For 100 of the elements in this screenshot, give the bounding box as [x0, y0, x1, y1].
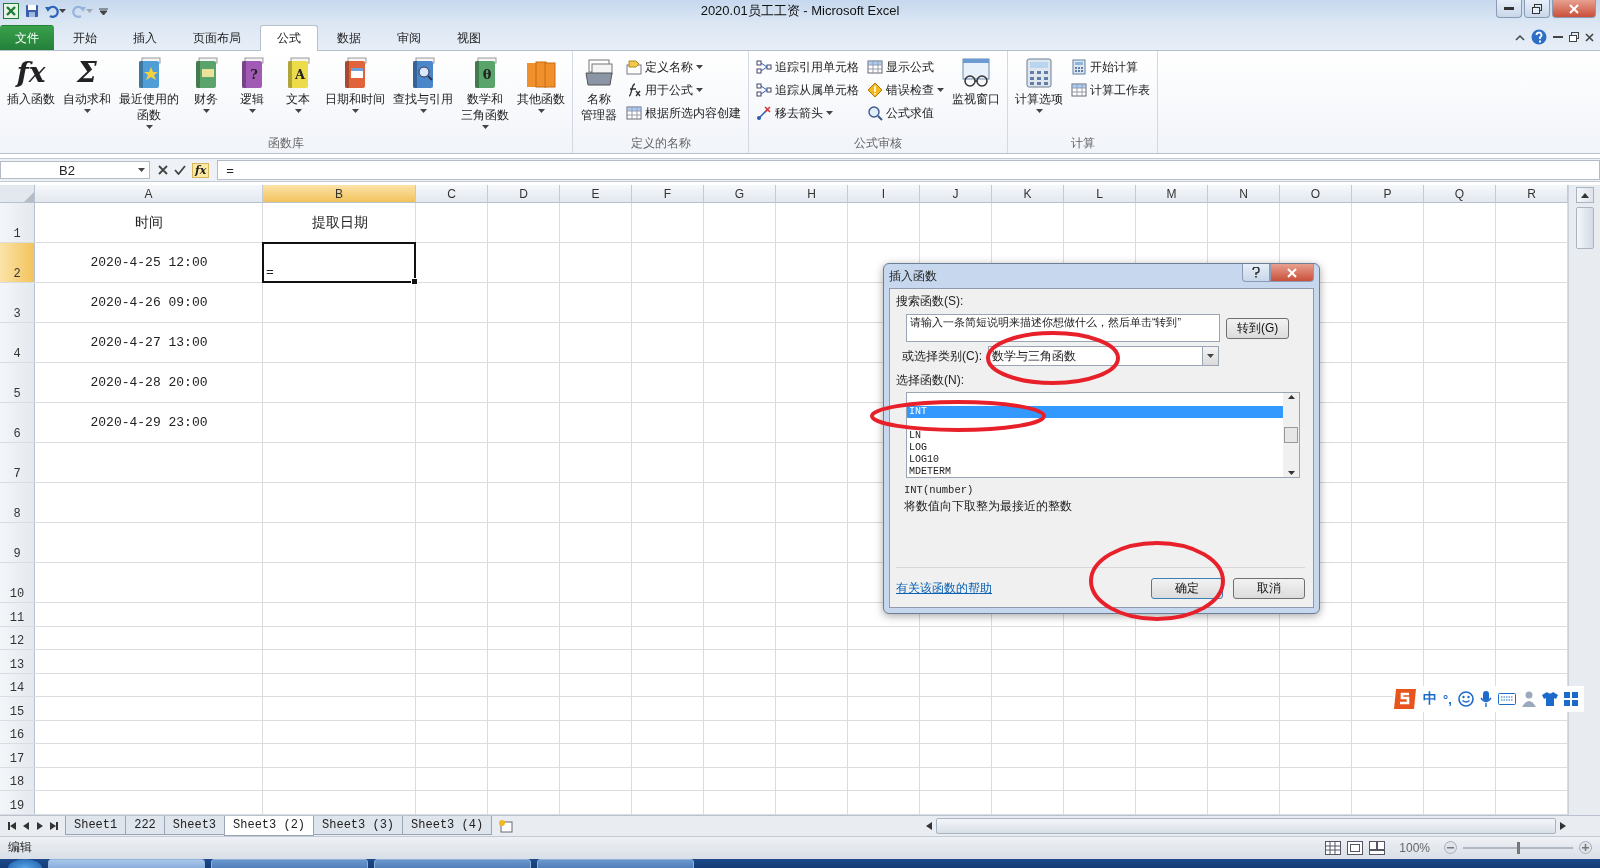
row-header[interactable]: 6 — [0, 403, 35, 442]
ribbon-button[interactable]: fx 插入函数 — [4, 55, 58, 109]
search-field[interactable]: 请输入一条简短说明来描述你想做什么，然后单击“转到” — [906, 314, 1220, 342]
cancel-button[interactable]: 取消 — [1233, 578, 1305, 599]
insert-function-button[interactable]: fx — [192, 162, 210, 178]
row-header[interactable]: 10 — [0, 563, 35, 602]
ribbon-tab[interactable]: 页面布局 — [176, 26, 258, 50]
ribbon-button[interactable]: 日期和时间 — [322, 55, 388, 115]
function-list-item[interactable]: MDETERM — [907, 466, 1283, 478]
ribbon-button[interactable]: 查找与引用 — [390, 55, 456, 115]
sheet-tab[interactable]: Sheet3 — [163, 816, 226, 835]
column-header[interactable]: I — [848, 185, 920, 203]
scrollbar-thumb[interactable] — [1284, 427, 1298, 443]
restore-icon[interactable] — [1569, 32, 1579, 42]
column-header[interactable]: G — [704, 185, 776, 203]
help-icon[interactable] — [1531, 29, 1547, 45]
category-dropdown[interactable]: 数学与三角函数 — [988, 346, 1219, 366]
input-mode[interactable]: 中 — [1423, 690, 1437, 708]
input-method-logo-icon[interactable] — [1393, 688, 1417, 710]
row-header[interactable]: 18 — [0, 767, 35, 790]
minimize-button[interactable] — [1496, 0, 1522, 18]
column-header[interactable]: F — [632, 185, 704, 203]
ribbon-button[interactable]: 移去箭头 — [753, 103, 862, 123]
help-button[interactable] — [1242, 264, 1270, 282]
row-header[interactable]: 15 — [0, 697, 35, 720]
row-header[interactable]: 19 — [0, 791, 35, 814]
zoom-in-icon[interactable] — [1579, 841, 1592, 854]
restore-button[interactable] — [1524, 0, 1550, 18]
ribbon-tab[interactable]: 视图 — [440, 26, 498, 50]
column-header[interactable]: R — [1496, 185, 1568, 203]
ribbon-button[interactable]: 根据所选内容创建 — [623, 103, 744, 123]
column-header[interactable]: A — [35, 185, 263, 203]
page-layout-icon[interactable] — [1347, 840, 1364, 855]
smiley-icon[interactable] — [1457, 691, 1474, 707]
scroll-up-button[interactable] — [1575, 187, 1594, 203]
column-header[interactable]: H — [776, 185, 848, 203]
column-header[interactable]: D — [488, 185, 560, 203]
function-list-item[interactable]: LOG10 — [907, 454, 1283, 466]
ribbon-button[interactable]: 追踪引用单元格 — [753, 57, 862, 77]
ribbon-button[interactable]: 定义名称 — [623, 57, 744, 77]
ribbon-tab[interactable]: 文件 — [0, 25, 54, 50]
sheet-tab[interactable]: Sheet3 (4) — [402, 816, 493, 835]
name-box[interactable]: B2 — [0, 161, 150, 179]
row-header[interactable]: 13 — [0, 650, 35, 673]
ribbon-tab[interactable]: 公式 — [260, 25, 318, 51]
column-header[interactable]: P — [1352, 185, 1424, 203]
row-header[interactable]: 2 — [0, 243, 35, 282]
sheet-nav-icon[interactable] — [50, 821, 58, 830]
ribbon-button[interactable]: 名称 管理器 — [577, 55, 621, 125]
row-header[interactable]: 17 — [0, 744, 35, 767]
shirt-icon[interactable] — [1541, 692, 1558, 706]
close-button[interactable] — [1552, 0, 1596, 18]
function-list-item[interactable]: LN — [907, 430, 1283, 442]
ribbon-tab[interactable]: 审阅 — [380, 26, 438, 50]
column-header[interactable]: M — [1136, 185, 1208, 203]
page-break-icon[interactable] — [1369, 840, 1386, 855]
ribbon-button[interactable]: 错误检查 — [864, 80, 947, 100]
formula-field[interactable]: = — [217, 160, 1600, 180]
ribbon-button[interactable]: 显示公式 — [864, 57, 947, 77]
column-header[interactable]: E — [560, 185, 632, 203]
sheet-tab[interactable]: Sheet1 — [65, 816, 127, 835]
ribbon-button[interactable]: 公式求值 — [864, 103, 947, 123]
spreadsheet-logo-icon[interactable] — [3, 3, 19, 19]
ribbon-tab[interactable]: 插入 — [116, 26, 174, 50]
collapse-ribbon-icon[interactable] — [1515, 33, 1525, 41]
row-header[interactable]: 9 — [0, 523, 35, 562]
row-header[interactable]: 4 — [0, 323, 35, 362]
column-header[interactable]: B — [263, 185, 416, 203]
ribbon-tab[interactable]: 数据 — [320, 26, 378, 50]
cancel-icon[interactable] — [158, 165, 168, 175]
punctuation-mode[interactable]: °, — [1443, 691, 1452, 707]
save-icon[interactable] — [25, 4, 39, 18]
grid-icon[interactable] — [1563, 692, 1578, 706]
microphone-icon[interactable] — [1479, 691, 1492, 707]
row-header[interactable]: 16 — [0, 720, 35, 743]
fill-handle[interactable] — [411, 278, 418, 285]
column-header[interactable]: N — [1208, 185, 1280, 203]
column-header[interactable]: C — [416, 185, 488, 203]
ribbon-button[interactable]: 其他函数 — [514, 55, 568, 115]
column-header[interactable]: L — [1064, 185, 1136, 203]
ribbon-button[interactable]: 计算工作表 — [1068, 80, 1153, 100]
checkmark-icon[interactable] — [174, 165, 186, 175]
undo-icon[interactable] — [45, 4, 59, 18]
ribbon-tab[interactable]: 开始 — [56, 26, 114, 50]
zoom-slider-thumb[interactable] — [1517, 841, 1520, 854]
ribbon-button[interactable]: A 文本 — [276, 55, 320, 115]
ribbon-button[interactable]: Σ 自动求和 — [60, 55, 114, 115]
sheet-tab[interactable]: 222 — [125, 816, 165, 835]
function-list-item[interactable]: LOG — [907, 442, 1283, 454]
scroll-right-icon[interactable] — [1560, 821, 1566, 830]
row-header[interactable]: 11 — [0, 603, 35, 626]
scroll-down-icon[interactable] — [1287, 471, 1295, 475]
ribbon-button[interactable]: 开始计算 — [1068, 57, 1153, 77]
active-cell[interactable]: = — [262, 242, 416, 283]
ok-button[interactable]: 确定 — [1151, 578, 1223, 599]
keyboard-icon[interactable] — [1497, 693, 1516, 705]
scroll-left-icon[interactable] — [926, 821, 932, 830]
column-header[interactable]: O — [1280, 185, 1352, 203]
ribbon-button[interactable]: 财务 — [184, 55, 228, 115]
scrollbar-thumb[interactable] — [1575, 207, 1594, 249]
